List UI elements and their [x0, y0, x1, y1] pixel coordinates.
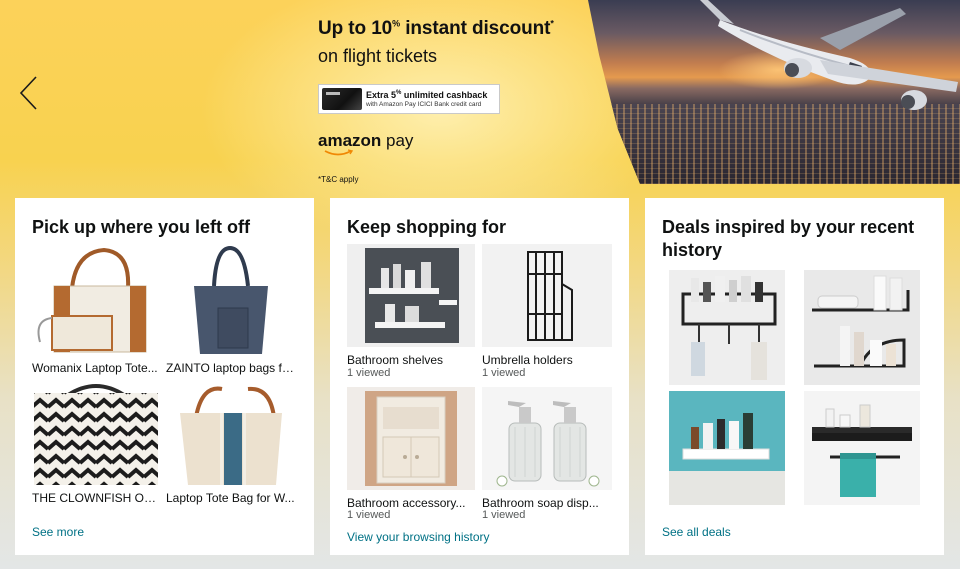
corner-shelf-image — [812, 275, 910, 368]
deal-image[interactable] — [669, 391, 785, 505]
bathroom-shelves-image — [365, 248, 459, 343]
wall-shelf-image — [669, 413, 785, 505]
category-label[interactable]: Bathroom accessory... — [347, 496, 475, 510]
product-tile-womanix[interactable] — [32, 246, 157, 356]
bathroom-cabinet-image — [365, 391, 457, 486]
product-title[interactable]: ZAINTO laptop bags for... — [166, 361, 300, 375]
category-tile-umbrella-holders[interactable] — [482, 244, 612, 347]
card-title: Pick up where you left off — [32, 217, 251, 237]
category-label[interactable]: Bathroom shelves — [347, 353, 475, 367]
category-tile-bathroom-accessory[interactable] — [347, 387, 475, 490]
umbrella-holder-image — [527, 251, 573, 341]
card-title: Deals inspired by your recent history — [662, 217, 915, 260]
category-tile-soap-dispenser[interactable] — [482, 387, 612, 490]
tote-bag-image — [37, 247, 147, 353]
viewed-count: 1 viewed — [482, 509, 526, 521]
product-title[interactable]: Laptop Tote Bag for W... — [166, 491, 300, 505]
product-image[interactable] — [32, 383, 160, 485]
category-tile-bathroom-shelves[interactable] — [347, 244, 475, 347]
product-tile-zainto[interactable] — [166, 246, 296, 356]
category-label[interactable]: Bathroom soap disp... — [482, 496, 610, 510]
towel-shelf-image — [812, 404, 912, 497]
product-title[interactable]: THE CLOWNFISH Opul... — [32, 491, 160, 505]
deal-tile-corner-shelf[interactable] — [804, 270, 920, 385]
see-more-link[interactable]: See more — [32, 525, 84, 539]
browsing-history-link[interactable]: View your browsing history — [347, 530, 490, 544]
banner-subtitle: on flight tickets — [318, 46, 438, 66]
card-pick-up: Pick up where you left off Womanix Lapto… — [15, 198, 314, 555]
product-image[interactable] — [166, 246, 296, 356]
cashback-note: with Amazon Pay ICICI Bank credit card — [366, 100, 482, 108]
deal-image[interactable] — [804, 270, 920, 385]
product-image[interactable] — [32, 246, 157, 356]
chevron-left-icon[interactable] — [16, 74, 42, 112]
soap-dispenser-image — [496, 401, 600, 487]
product-tile-laptop-tote[interactable] — [166, 383, 296, 485]
see-all-deals-link[interactable]: See all deals — [662, 525, 731, 539]
laptop-bag-image — [194, 246, 268, 354]
smile-arrow-icon — [324, 149, 354, 156]
card-title: Keep shopping for — [347, 217, 506, 237]
deal-tile-wall-shelf[interactable] — [669, 391, 785, 505]
product-title[interactable]: Womanix Laptop Tote... — [32, 361, 160, 375]
amazon-pay-logo: amazon pay — [318, 131, 413, 156]
card-keep-shopping: Keep shopping for Bathroom shelves 1 vie… — [330, 198, 629, 555]
category-image[interactable] — [482, 387, 612, 490]
banner-headline: Up to 10% instant discount* on flight ti… — [318, 18, 554, 67]
striped-tote-image — [180, 386, 282, 485]
viewed-count: 1 viewed — [347, 367, 391, 379]
deal-tile-corner-caddy[interactable] — [669, 270, 785, 385]
cashback-headline: Extra 5% unlimited cashback — [366, 89, 488, 100]
chevron-tote-image — [34, 384, 158, 485]
product-image[interactable] — [166, 383, 296, 485]
credit-card-icon — [322, 88, 362, 110]
product-tile-clownfish[interactable] — [32, 383, 160, 485]
terms-note: *T&C apply — [318, 175, 359, 184]
deal-image[interactable] — [804, 391, 920, 505]
category-label[interactable]: Umbrella holders — [482, 353, 610, 367]
category-image[interactable] — [347, 244, 475, 347]
category-image[interactable] — [347, 387, 475, 490]
deal-tile-towel-shelf[interactable] — [804, 391, 920, 505]
shower-caddy-image — [681, 276, 777, 380]
viewed-count: 1 viewed — [347, 509, 391, 521]
category-image[interactable] — [482, 244, 612, 347]
banner-title: Up to 10% instant discount* — [318, 18, 554, 39]
airplane-image — [700, 0, 958, 110]
card-deals-inspired: Deals inspired by your recent history Se… — [645, 198, 944, 555]
cashback-offer: Extra 5% unlimited cashback with Amazon … — [318, 84, 500, 114]
viewed-count: 1 viewed — [482, 367, 526, 379]
promo-banner[interactable]: Up to 10% instant discount* on flight ti… — [0, 0, 960, 260]
deal-image[interactable] — [669, 270, 785, 385]
